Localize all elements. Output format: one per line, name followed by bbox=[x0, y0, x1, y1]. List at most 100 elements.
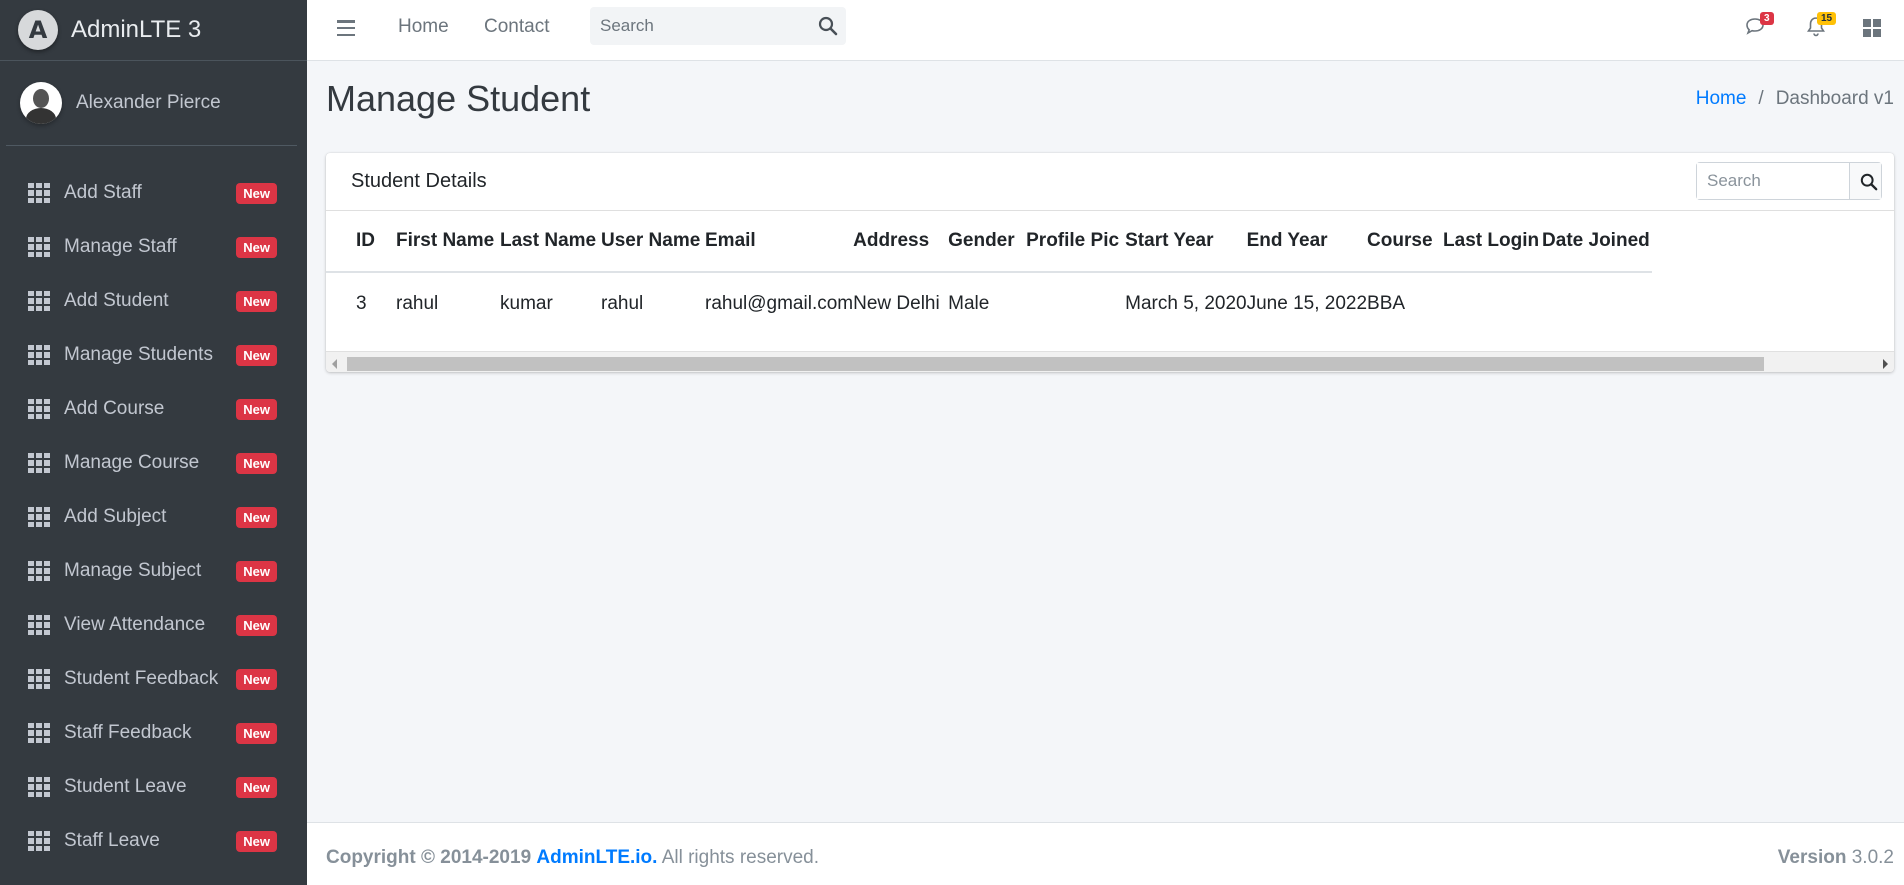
sidebar-item-label: Manage Students bbox=[64, 344, 213, 365]
new-badge: New bbox=[236, 560, 277, 582]
new-badge: New bbox=[236, 614, 277, 636]
sidebar-nav: Add Staff New Manage Staff New Add Student Ne… bbox=[0, 166, 307, 868]
sidebar-item-label: Add Staff bbox=[64, 182, 142, 203]
brand-logo: A bbox=[18, 10, 58, 50]
table-cell: March 5, 2020 bbox=[1125, 293, 1247, 314]
scroll-right-arrow-icon[interactable] bbox=[1883, 359, 1888, 369]
breadcrumb-current: Dashboard v1 bbox=[1775, 88, 1894, 109]
card-header: Student Details bbox=[326, 153, 1894, 211]
sidebar-item-label: Student Leave bbox=[64, 776, 187, 797]
sidebar-item-label: Staff Leave bbox=[64, 830, 160, 851]
menu-toggle-icon[interactable] bbox=[337, 20, 355, 36]
sidebar-item-student-leave[interactable]: Student Leave New bbox=[0, 760, 307, 814]
new-badge: New bbox=[236, 398, 277, 420]
apps-grid-icon[interactable] bbox=[1863, 19, 1881, 37]
column-header[interactable]: First Name bbox=[396, 211, 500, 273]
table-grid-icon bbox=[28, 561, 50, 581]
scroll-thumb[interactable] bbox=[347, 357, 1764, 371]
navbar-search bbox=[590, 7, 846, 45]
user-panel[interactable]: Alexander Pierce bbox=[6, 61, 297, 146]
user-name[interactable]: Alexander Pierce bbox=[76, 92, 221, 114]
column-header[interactable]: Last Login bbox=[1443, 211, 1543, 273]
new-badge: New bbox=[236, 452, 277, 474]
brand-link[interactable]: A AdminLTE 3 bbox=[0, 0, 307, 61]
new-badge: New bbox=[236, 722, 277, 744]
rights-text: All rights reserved. bbox=[661, 847, 820, 868]
students-table: ID First Name Last Name User Name Email Addre… bbox=[326, 211, 1653, 335]
messages-icon[interactable]: 3 bbox=[1744, 12, 1774, 39]
top-navbar: Home Contact 3 15 bbox=[307, 0, 1904, 61]
footer: Copyright © 2014-2019 AdminLTE.io. All r… bbox=[307, 822, 1904, 885]
sidebar-item-add-student[interactable]: Add Student New bbox=[0, 274, 307, 328]
sidebar-item-add-subject[interactable]: Add Subject New bbox=[0, 490, 307, 544]
sidebar-item-manage-students[interactable]: Manage Students New bbox=[0, 328, 307, 382]
footer-copyright: Copyright © 2014-2019 AdminLTE.io. All r… bbox=[326, 847, 819, 869]
table-header-row: ID First Name Last Name User Name Email Addre… bbox=[326, 211, 1653, 273]
copyright-text: Copyright © 2014-2019 bbox=[326, 847, 532, 868]
sidebar-item-staff-feedback[interactable]: Staff Feedback New bbox=[0, 706, 307, 760]
sidebar-item-add-staff[interactable]: Add Staff New bbox=[0, 166, 307, 220]
new-badge: New bbox=[236, 290, 277, 312]
table-cell: Male bbox=[948, 293, 990, 314]
scroll-left-arrow-icon[interactable] bbox=[332, 359, 337, 369]
version-label: Version bbox=[1777, 847, 1847, 868]
column-header[interactable]: Email bbox=[705, 211, 854, 273]
table-row: 3 rahul kumar rahul rahul@gmail.com New Delhi… bbox=[326, 272, 1652, 335]
column-header[interactable]: Date Joined bbox=[1542, 211, 1653, 273]
column-header[interactable]: ID bbox=[326, 211, 396, 273]
sidebar-item-label: Staff Feedback bbox=[64, 722, 192, 743]
column-header[interactable]: Start Year bbox=[1125, 211, 1247, 273]
navbar-search-input[interactable] bbox=[590, 15, 802, 37]
nav-home-link[interactable]: Home bbox=[398, 16, 449, 38]
notifications-icon[interactable]: 15 bbox=[1804, 12, 1837, 39]
sidebar-item-label: Manage Course bbox=[64, 452, 200, 473]
table-cell: BBA bbox=[1367, 293, 1406, 314]
column-header[interactable]: Gender bbox=[948, 211, 1027, 273]
footer-brand-link[interactable]: AdminLTE.io. bbox=[536, 847, 657, 868]
brand-logo-letter: A bbox=[28, 16, 48, 44]
sidebar-item-label: Student Feedback bbox=[64, 668, 219, 689]
messages-badge: 3 bbox=[1760, 12, 1774, 25]
table-search-button[interactable] bbox=[1849, 163, 1881, 199]
table-grid-icon bbox=[28, 453, 50, 473]
sidebar-item-add-course[interactable]: Add Course New bbox=[0, 382, 307, 436]
table-cell: rahul bbox=[601, 293, 644, 314]
sidebar-item-manage-staff[interactable]: Manage Staff New bbox=[0, 220, 307, 274]
column-header[interactable]: Course bbox=[1367, 211, 1444, 273]
table-grid-icon bbox=[28, 291, 50, 311]
sidebar-item-label: View Attendance bbox=[64, 614, 206, 635]
nav-contact-link[interactable]: Contact bbox=[484, 16, 549, 38]
table-cell bbox=[1542, 272, 1652, 335]
table-grid-icon bbox=[28, 723, 50, 743]
sidebar-item-manage-course[interactable]: Manage Course New bbox=[0, 436, 307, 490]
table-grid-icon bbox=[28, 237, 50, 257]
table-cell bbox=[1443, 272, 1542, 335]
sidebar-item-staff-leave[interactable]: Staff Leave New bbox=[0, 814, 307, 868]
table-cell: rahul bbox=[396, 293, 439, 314]
table-grid-icon bbox=[28, 777, 50, 797]
column-header[interactable]: User Name bbox=[601, 211, 705, 273]
new-badge: New bbox=[236, 344, 277, 366]
sidebar-item-label: Manage Subject bbox=[64, 560, 202, 581]
sidebar-item-student-feedback[interactable]: Student Feedback New bbox=[0, 652, 307, 706]
table-search-input[interactable] bbox=[1697, 163, 1849, 199]
table-horizontal-scrollbar[interactable] bbox=[326, 351, 1894, 372]
table-cell bbox=[1026, 272, 1125, 335]
sidebar-item-manage-subject[interactable]: Manage Subject New bbox=[0, 544, 307, 598]
breadcrumb-home-link[interactable]: Home bbox=[1696, 88, 1747, 109]
table-grid-icon bbox=[28, 345, 50, 365]
column-header[interactable]: Address bbox=[853, 211, 949, 273]
new-badge: New bbox=[236, 182, 277, 204]
new-badge: New bbox=[236, 776, 277, 798]
table-grid-icon bbox=[28, 507, 50, 527]
column-header[interactable]: Last Name bbox=[500, 211, 601, 273]
column-header[interactable]: Profile Pic bbox=[1026, 211, 1126, 273]
search-icon[interactable] bbox=[818, 16, 838, 36]
sidebar-item-label: Add Course bbox=[64, 398, 165, 419]
table-cell: rahul@gmail.com bbox=[705, 293, 854, 314]
column-header[interactable]: End Year bbox=[1246, 211, 1368, 273]
sidebar-item-label: Add Subject bbox=[64, 506, 167, 527]
table-grid-icon bbox=[28, 615, 50, 635]
sidebar: A AdminLTE 3 Alexander Pierce Add Staff N… bbox=[0, 0, 307, 885]
sidebar-item-view-attendance[interactable]: View Attendance New bbox=[0, 598, 307, 652]
